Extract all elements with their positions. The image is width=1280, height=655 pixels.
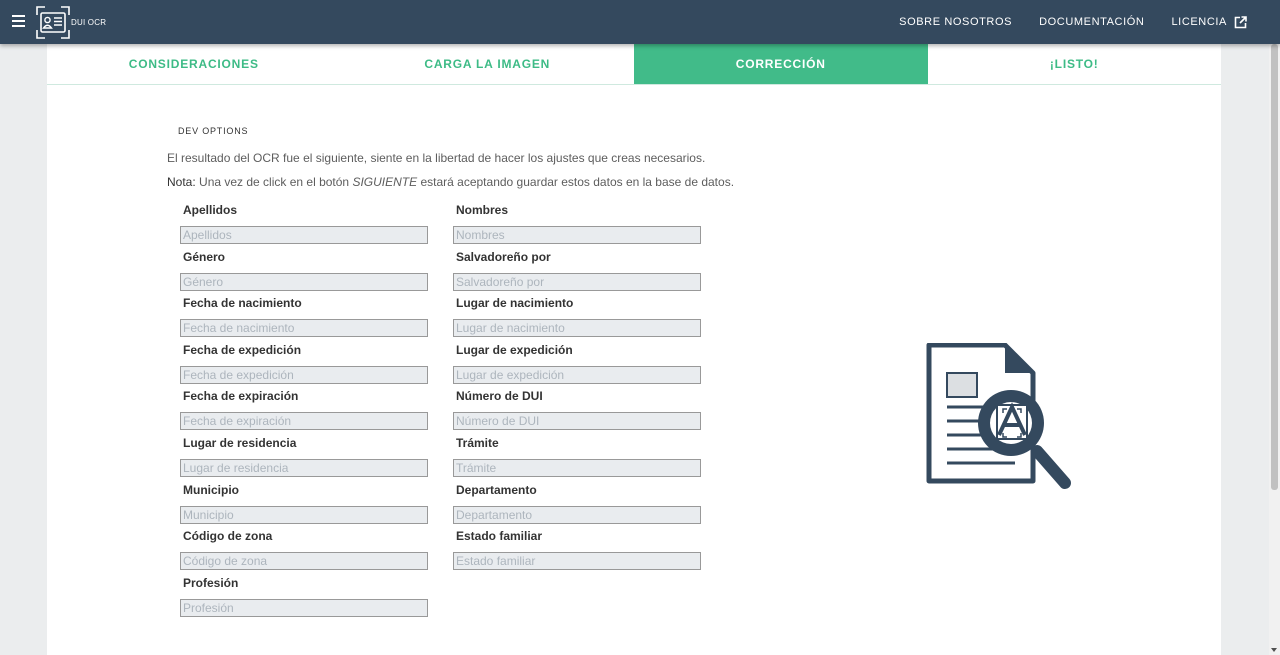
profesion-input[interactable] (180, 599, 428, 617)
note-text: Nota: Una vez de click en el botón SIGUI… (167, 175, 734, 189)
nav-documentacion[interactable]: DOCUMENTACIÓN (1039, 16, 1144, 28)
field-lugar-nacimiento: Lugar de nacimiento (453, 296, 701, 337)
field-genero: Género (180, 250, 428, 291)
fecha-expedicion-input[interactable] (180, 366, 428, 384)
municipio-input[interactable] (180, 506, 428, 524)
note-emphasis: SIGUIENTE (352, 175, 418, 189)
lugar-nacimiento-label: Lugar de nacimiento (456, 296, 574, 310)
salvadoreno-por-label: Salvadoreño por (456, 250, 551, 264)
numero-dui-input[interactable] (453, 412, 701, 430)
nav-sobre-nosotros[interactable]: SOBRE NOSOTROS (899, 16, 1012, 28)
tab-consideraciones[interactable]: CONSIDERACIONES (47, 44, 341, 84)
top-nav: SOBRE NOSOTROS DOCUMENTACIÓN LICENCIA (872, 0, 1247, 44)
note-label: Nota: (167, 175, 196, 189)
lugar-residencia-label: Lugar de residencia (183, 436, 297, 450)
field-municipio: Municipio (180, 483, 428, 524)
logo-text: DUI OCR (71, 18, 107, 27)
field-profesion: Profesión (180, 576, 428, 617)
fecha-nacimiento-input[interactable] (180, 319, 428, 337)
tab-carga-la-imagen[interactable]: CARGA LA IMAGEN (341, 44, 635, 84)
document-search-icon (926, 343, 1071, 489)
fecha-expiracion-input[interactable] (180, 412, 428, 430)
open-in-new-icon (1234, 15, 1247, 28)
codigo-zona-label: Código de zona (183, 529, 273, 543)
nav-licencia-label: LICENCIA (1171, 16, 1227, 28)
note-before: Una vez de click en el botón (195, 175, 353, 189)
nombres-input[interactable] (453, 226, 701, 244)
note-after: estará aceptando guardar estos datos en … (417, 175, 735, 189)
departamento-label: Departamento (456, 483, 537, 497)
field-salvadoreno-por: Salvadoreño por (453, 250, 701, 291)
field-lugar-residencia: Lugar de residencia (180, 436, 428, 477)
field-nombres: Nombres (453, 203, 701, 244)
scroll-down-icon[interactable] (1271, 648, 1277, 652)
field-estado-familiar: Estado familiar (453, 529, 701, 570)
genero-label: Género (183, 250, 226, 264)
nombres-label: Nombres (456, 203, 509, 217)
intro-text: El resultado del OCR fue el siguiente, s… (167, 151, 706, 165)
apellidos-input[interactable] (180, 226, 428, 244)
salvadoreno-por-input[interactable] (453, 273, 701, 291)
numero-dui-label: Número de DUI (456, 389, 543, 403)
scrollbar-thumb[interactable] (1271, 44, 1278, 490)
lugar-residencia-input[interactable] (180, 459, 428, 477)
departamento-input[interactable] (453, 506, 701, 524)
field-apellidos: Apellidos (180, 203, 428, 244)
profesion-label: Profesión (183, 576, 239, 590)
top-app-bar: DUI OCR SOBRE NOSOTROS DOCUMENTACIÓN LIC… (0, 0, 1280, 44)
nav-licencia[interactable]: LICENCIA (1171, 15, 1247, 29)
field-departamento: Departamento (453, 483, 701, 524)
lugar-expedicion-input[interactable] (453, 366, 701, 384)
tab-correccion[interactable]: CORRECCIÓN (634, 44, 928, 84)
field-numero-dui: Número de DUI (453, 389, 701, 430)
apellidos-label: Apellidos (183, 203, 238, 217)
app-logo[interactable]: DUI OCR (36, 6, 106, 39)
fecha-expedicion-label: Fecha de expedición (183, 343, 302, 357)
field-fecha-expedicion: Fecha de expedición (180, 343, 428, 384)
tramite-input[interactable] (453, 459, 701, 477)
page-scrollbar[interactable] (1269, 44, 1280, 655)
field-tramite: Trámite (453, 436, 701, 477)
dev-options-toggle[interactable]: DEV OPTIONS (178, 126, 248, 136)
tab-listo[interactable]: ¡LISTO! (928, 44, 1222, 84)
fecha-expiracion-label: Fecha de expiración (183, 389, 299, 403)
fecha-nacimiento-label: Fecha de nacimiento (183, 296, 302, 310)
estado-familiar-input[interactable] (453, 552, 701, 570)
menu-icon[interactable] (12, 15, 25, 27)
stepper-tabs: CONSIDERACIONES CARGA LA IMAGEN CORRECCI… (47, 44, 1221, 85)
lugar-nacimiento-input[interactable] (453, 319, 701, 337)
lugar-expedicion-label: Lugar de expedición (456, 343, 573, 357)
estado-familiar-label: Estado familiar (456, 529, 543, 543)
field-fecha-nacimiento: Fecha de nacimiento (180, 296, 428, 337)
field-lugar-expedicion: Lugar de expedición (453, 343, 701, 384)
genero-input[interactable] (180, 273, 428, 291)
municipio-label: Municipio (183, 483, 239, 497)
field-codigo-zona: Código de zona (180, 529, 428, 570)
codigo-zona-input[interactable] (180, 552, 428, 570)
id-card-scan-icon (36, 6, 70, 39)
field-fecha-expiracion: Fecha de expiración (180, 389, 428, 430)
tramite-label: Trámite (456, 436, 499, 450)
